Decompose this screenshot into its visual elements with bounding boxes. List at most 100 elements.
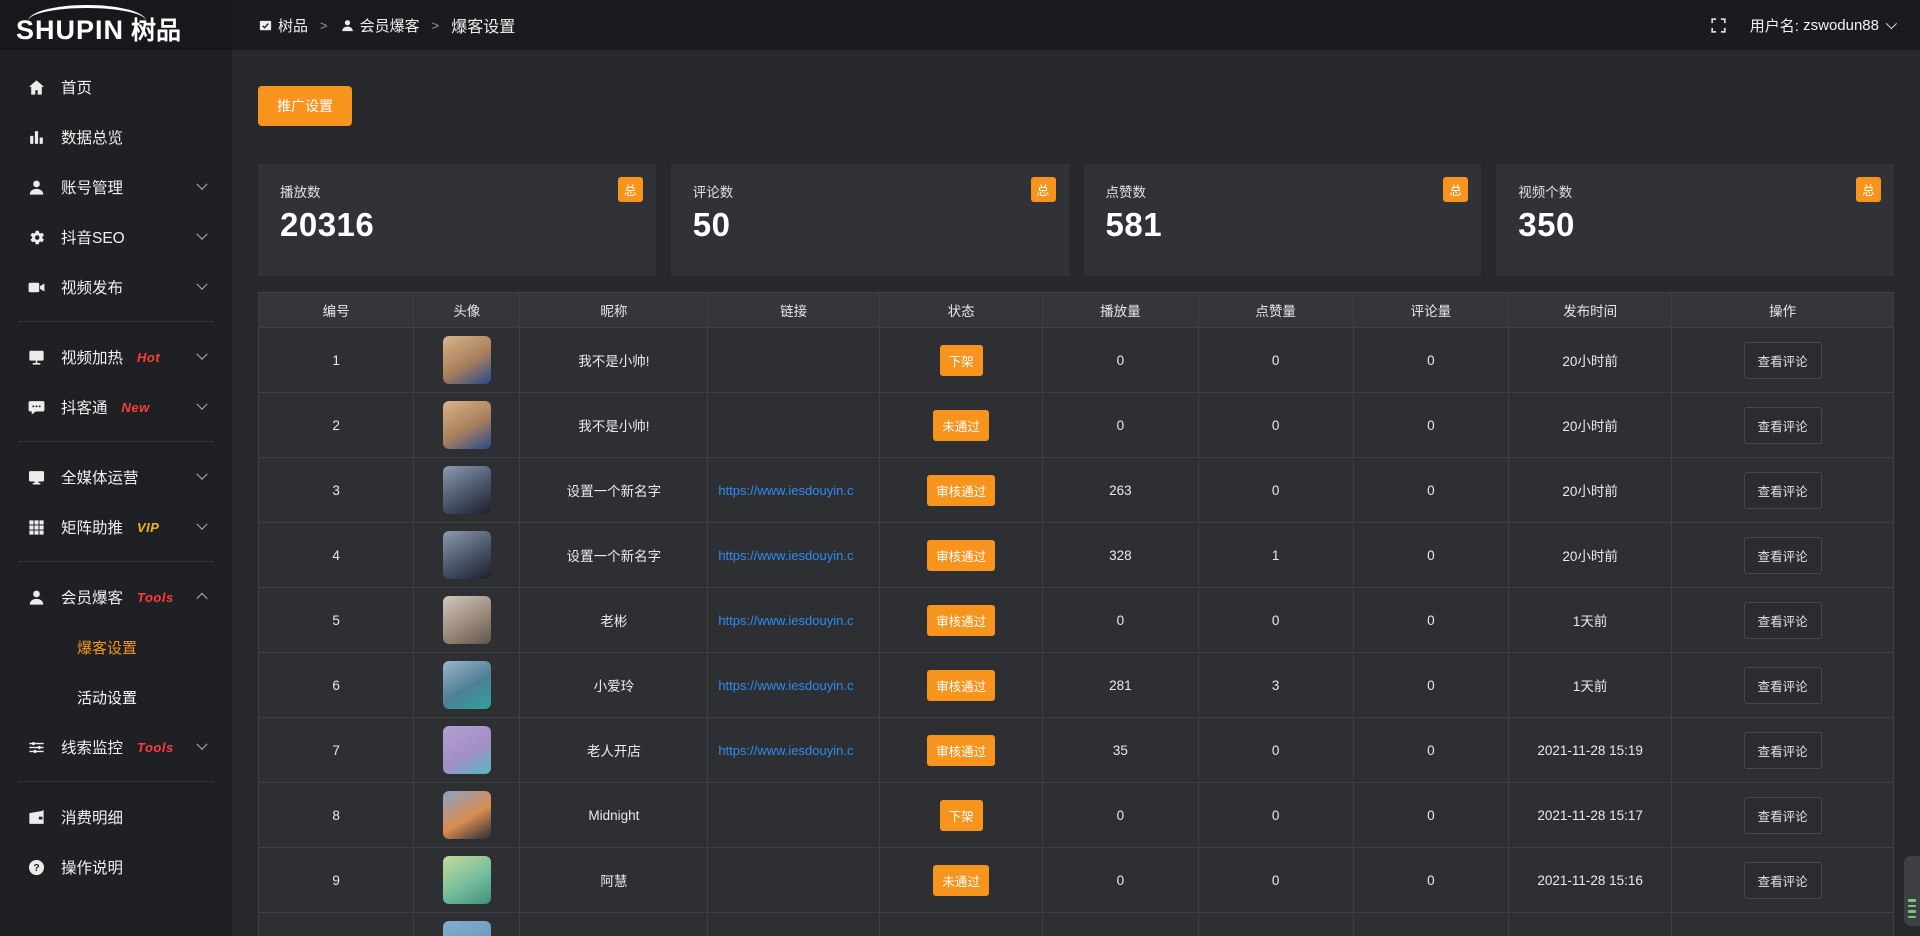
sidebar-item-15[interactable]: 线索监控 Tools [0, 722, 232, 772]
cell-no: 3 [259, 458, 414, 523]
sidebar-divider [18, 561, 214, 562]
sidebar-item-6[interactable]: 视频加热 Hot [0, 332, 232, 382]
sidebar-item-12[interactable]: 会员爆客 Tools [0, 572, 232, 622]
sliders-icon [27, 738, 46, 757]
cell-time: 2021-11-28 15:16 [1509, 848, 1672, 913]
cell-likes: 0 [1199, 393, 1354, 458]
view-comments-button[interactable]: 查看评论 [1744, 342, 1822, 379]
grid-icon [27, 518, 46, 537]
sidebar-item-17[interactable]: 消费明细 [0, 792, 232, 842]
cell-status: 审核通过 [880, 718, 1043, 783]
sidebar-item-0[interactable]: 首页 [0, 62, 232, 112]
total-badge: 总 [1031, 177, 1056, 202]
promo-settings-button[interactable]: 推广设置 [258, 86, 352, 126]
logo-arc-decoration [28, 5, 146, 21]
video-link[interactable]: https://www.iesdouyin.c [708, 483, 879, 498]
cell-status: 审核通过 [880, 653, 1043, 718]
sidebar-badge-tools: Tools [137, 740, 174, 755]
avatar [443, 531, 491, 579]
cell-avatar [414, 523, 520, 588]
status-badge: 审核通过 [927, 670, 995, 701]
stat-value: 50 [693, 206, 1047, 244]
cell-plays: 0 [1043, 783, 1198, 848]
cell-time: 1天前 [1509, 588, 1672, 653]
status-badge: 审核通过 [927, 540, 995, 571]
user-menu[interactable]: 用户名: zswodun88 [1750, 15, 1894, 36]
cell-time: 2021-11-28 15:19 [1509, 718, 1672, 783]
user-icon [27, 178, 46, 197]
breadcrumb-separator: > [320, 18, 328, 33]
sidebar-subitem-14[interactable]: 活动设置 [0, 672, 232, 722]
sidebar-item-4[interactable]: 视频发布 [0, 262, 232, 312]
cell-avatar [414, 653, 520, 718]
cell-nickname: 我不是小帅! [520, 328, 708, 393]
video-link[interactable]: https://www.iesdouyin.c [708, 548, 879, 563]
cell-comments: 0 [1354, 653, 1509, 718]
stat-card-0: 播放数 总 20316 [258, 164, 656, 276]
cell-status: 未通过 [880, 848, 1043, 913]
cell-status: 审核通过 [880, 458, 1043, 523]
view-comments-button[interactable]: 查看评论 [1744, 732, 1822, 769]
cell-action [1672, 913, 1893, 936]
screen-icon [27, 348, 46, 367]
cell-no: 2 [259, 393, 414, 458]
breadcrumb-item-home[interactable]: 树品 [258, 15, 308, 36]
cell-plays: 0 [1043, 328, 1198, 393]
view-comments-button[interactable]: 查看评论 [1744, 407, 1822, 444]
avatar [443, 401, 491, 449]
column-header: 状态 [880, 293, 1043, 328]
cell-link: https://www.iesdouyin.c [708, 653, 880, 718]
cell-action: 查看评论 [1672, 393, 1893, 458]
status-badge: 审核通过 [927, 735, 995, 766]
stat-value: 581 [1106, 206, 1460, 244]
sidebar-item-3[interactable]: 抖音SEO [0, 212, 232, 262]
floating-widget[interactable] [1904, 856, 1920, 926]
video-link[interactable]: https://www.iesdouyin.c [708, 678, 879, 693]
stat-value: 20316 [280, 206, 634, 244]
cell-comments: 0 [1354, 848, 1509, 913]
view-comments-button[interactable]: 查看评论 [1744, 667, 1822, 704]
main-content: 推广设置 播放数 总 20316 评论数 总 50 点赞数 总 581 视频个数… [232, 50, 1920, 936]
view-comments-button[interactable]: 查看评论 [1744, 472, 1822, 509]
cell-nickname: 设置一个新名字 [520, 523, 708, 588]
avatar [443, 336, 491, 384]
table-row: 5老彬https://www.iesdouyin.c审核通过0001天前查看评论 [259, 588, 1893, 653]
avatar [443, 921, 491, 936]
view-comments-button[interactable]: 查看评论 [1744, 797, 1822, 834]
cell-avatar [414, 848, 520, 913]
sidebar-item-1[interactable]: 数据总览 [0, 112, 232, 162]
cell-time: 20小时前 [1509, 523, 1672, 588]
cell-plays: 0 [1043, 393, 1198, 458]
cell-status: 未通过 [880, 393, 1043, 458]
status-badge: 下架 [940, 345, 983, 376]
sidebar-subitem-13[interactable]: 爆客设置 [0, 622, 232, 672]
cell-status: 审核通过 [880, 523, 1043, 588]
cell-link [708, 783, 880, 848]
avatar [443, 466, 491, 514]
cell-no: 9 [259, 848, 414, 913]
column-header: 操作 [1672, 293, 1893, 328]
sidebar-item-18[interactable]: ? 操作说明 [0, 842, 232, 892]
breadcrumb-separator: > [432, 18, 440, 33]
view-comments-button[interactable]: 查看评论 [1744, 602, 1822, 639]
sidebar-item-9[interactable]: 全媒体运营 [0, 452, 232, 502]
table-row: 6小爱玲https://www.iesdouyin.c审核通过281301天前查… [259, 653, 1893, 718]
video-link[interactable]: https://www.iesdouyin.c [708, 613, 879, 628]
column-header: 链接 [708, 293, 880, 328]
view-comments-button[interactable]: 查看评论 [1744, 862, 1822, 899]
user-icon [340, 18, 355, 33]
video-link[interactable]: https://www.iesdouyin.c [708, 743, 879, 758]
chevron-icon [196, 349, 207, 360]
cell-action: 查看评论 [1672, 588, 1893, 653]
column-header: 点赞量 [1199, 293, 1354, 328]
cell-comments: 0 [1354, 523, 1509, 588]
table-row: 7老人开店https://www.iesdouyin.c审核通过35002021… [259, 718, 1893, 783]
fullscreen-icon[interactable] [1709, 16, 1728, 35]
table-row: 8Midnight下架0002021-11-28 15:17查看评论 [259, 783, 1893, 848]
avatar [443, 596, 491, 644]
sidebar-item-2[interactable]: 账号管理 [0, 162, 232, 212]
sidebar-item-10[interactable]: 矩阵助推 VIP [0, 502, 232, 552]
breadcrumb-item-section[interactable]: 会员爆客 [340, 15, 420, 36]
view-comments-button[interactable]: 查看评论 [1744, 537, 1822, 574]
sidebar-item-7[interactable]: 抖客通 New [0, 382, 232, 432]
